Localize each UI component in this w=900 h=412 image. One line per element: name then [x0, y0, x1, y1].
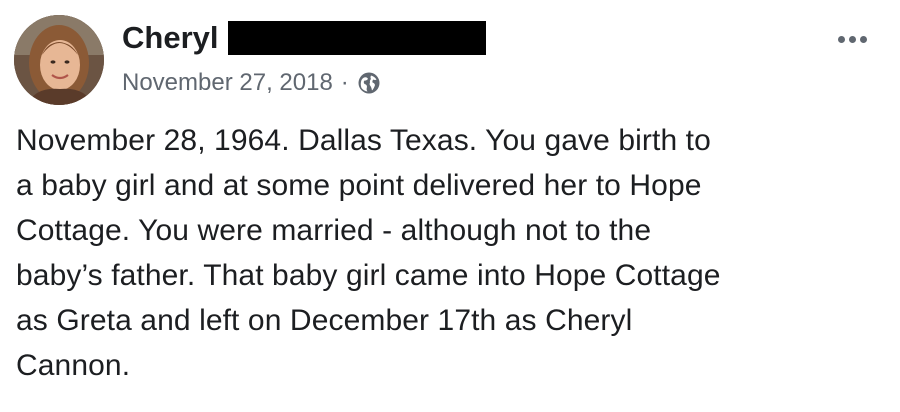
- post-text-line: November 28, 1964. Dallas Texas. You gav…: [16, 124, 711, 157]
- post-timestamp[interactable]: November 27, 2018: [122, 69, 333, 97]
- more-options-button[interactable]: [830, 24, 874, 54]
- more-options-icon: [859, 35, 867, 43]
- globe-icon[interactable]: [357, 71, 381, 95]
- more-options-icon: [837, 35, 845, 43]
- author-avatar[interactable]: [14, 15, 104, 105]
- post-text: November 28, 1964. Dallas Texas. You gav…: [16, 118, 884, 388]
- author-name-row: Cheryl: [122, 16, 487, 60]
- post-meta: November 27, 2018 ·: [122, 66, 381, 100]
- facebook-post: Cheryl November 27, 2018 · November 28, …: [0, 0, 900, 412]
- post-text-line: a baby girl and at some point delivered …: [16, 169, 702, 202]
- post-text-line: as Greta and left on December 17th as Ch…: [16, 304, 633, 337]
- more-options-icon: [848, 35, 856, 43]
- author-name[interactable]: Cheryl: [122, 16, 218, 60]
- redaction-bar: [228, 21, 487, 55]
- post-text-line: Cottage. You were married - although not…: [16, 214, 652, 247]
- profile-photo-icon: [14, 15, 104, 105]
- meta-separator: ·: [340, 69, 349, 96]
- post-text-line: baby’s father. That baby girl came into …: [16, 259, 721, 292]
- post-header: Cheryl November 27, 2018 ·: [14, 14, 880, 110]
- post-text-line: Cannon.: [16, 349, 131, 382]
